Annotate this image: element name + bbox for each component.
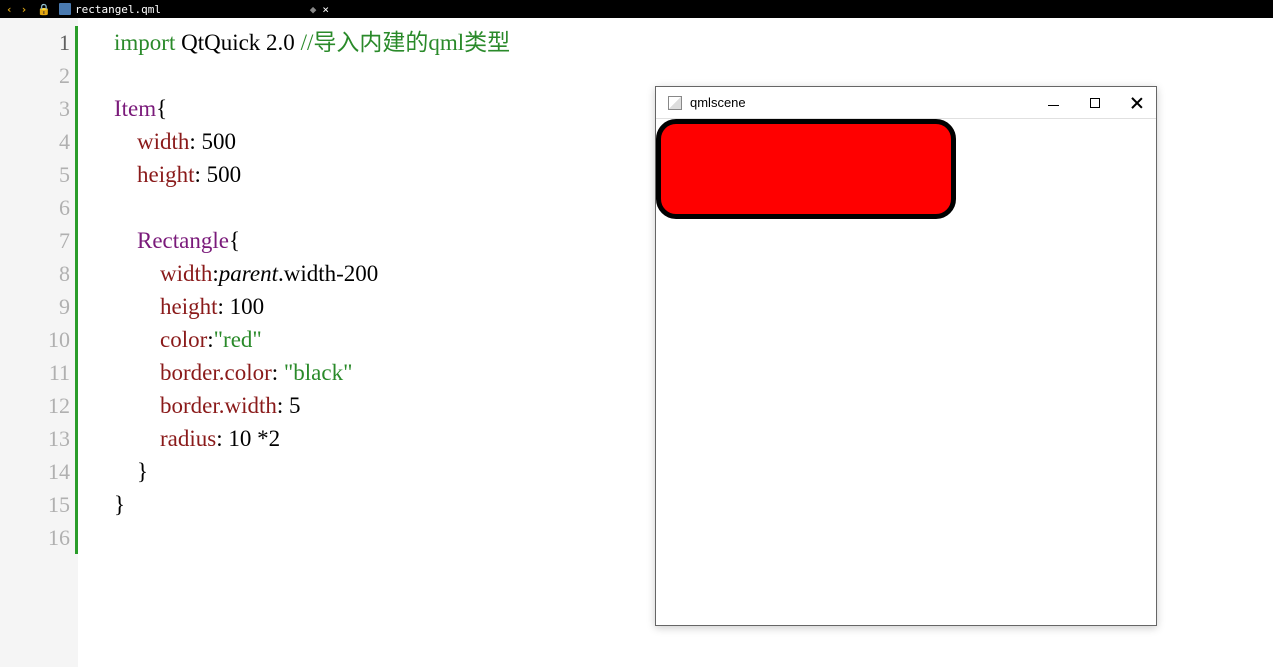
line-number[interactable]: 13 xyxy=(0,422,78,455)
line-number[interactable]: 4 xyxy=(0,125,78,158)
filename-label: rectangel.qml xyxy=(75,3,161,16)
lock-icon: 🔒 xyxy=(35,3,53,16)
back-button[interactable]: ‹ xyxy=(4,3,15,16)
qml-scene xyxy=(656,119,1156,625)
line-number[interactable]: 10 xyxy=(0,323,78,356)
line-number[interactable]: 3 xyxy=(0,92,78,125)
window-controls xyxy=(1046,96,1144,110)
qml-preview-window[interactable]: qmlscene xyxy=(655,86,1157,626)
minimize-button[interactable] xyxy=(1046,96,1060,110)
line-number[interactable]: 8 xyxy=(0,257,78,290)
line-number[interactable]: 7 xyxy=(0,224,78,257)
line-number[interactable]: 12 xyxy=(0,389,78,422)
file-tab[interactable]: rectangel.qml xyxy=(59,3,161,16)
code-line[interactable]: import QtQuick 2.0 //导入内建的qml类型 xyxy=(114,26,1273,59)
line-number[interactable]: 2 xyxy=(0,59,78,92)
window-titlebar[interactable]: qmlscene xyxy=(656,87,1156,119)
line-number[interactable]: 1 xyxy=(0,26,78,59)
line-number[interactable]: 6 xyxy=(0,191,78,224)
app-icon xyxy=(668,96,682,110)
rendered-rectangle xyxy=(656,119,956,219)
line-number[interactable]: 9 xyxy=(0,290,78,323)
line-number[interactable]: 5 xyxy=(0,158,78,191)
qml-file-icon xyxy=(59,3,71,15)
forward-button[interactable]: › xyxy=(19,3,30,16)
fold-gutter xyxy=(78,18,96,667)
window-title: qmlscene xyxy=(690,95,1046,110)
nav-controls: ‹ › xyxy=(4,3,29,16)
editor-toolbar: ‹ › 🔒 rectangel.qml ◆ × xyxy=(0,0,1273,18)
close-button[interactable] xyxy=(1130,96,1144,110)
line-number[interactable]: 15 xyxy=(0,488,78,521)
line-number[interactable]: 16 xyxy=(0,521,78,554)
line-number[interactable]: 11 xyxy=(0,356,78,389)
maximize-button[interactable] xyxy=(1088,96,1102,110)
close-tab-button[interactable]: × xyxy=(322,3,329,16)
line-number[interactable]: 14 xyxy=(0,455,78,488)
dropdown-icon[interactable]: ◆ xyxy=(310,3,317,16)
line-number-gutter: 1 2 3 4 5 6 7 8 9 10 11 12 13 14 15 16 xyxy=(0,18,78,667)
tab-controls: ◆ × xyxy=(310,3,329,16)
